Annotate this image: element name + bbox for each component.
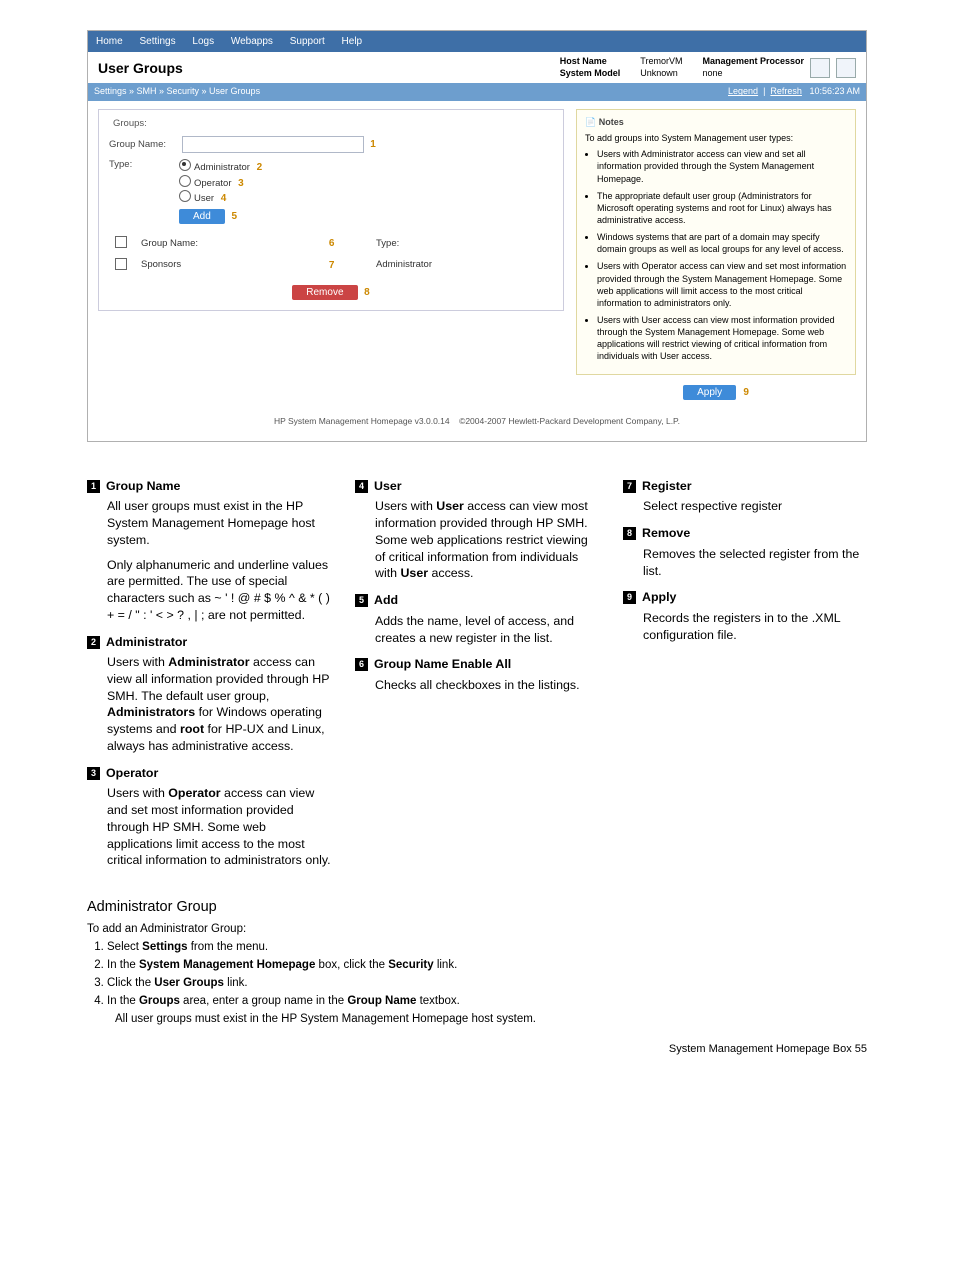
print-icon[interactable] [810,58,830,78]
admin-group-note: All user groups must exist in the HP Sys… [115,1013,867,1025]
admin-group-heading: Administrator Group [87,899,867,915]
menu-support[interactable]: Support [290,36,325,47]
menu-settings[interactable]: Settings [139,36,175,47]
notes-box: 📄 Notes To add groups into System Manage… [576,109,856,375]
radio-administrator[interactable] [179,159,191,171]
header-checkbox[interactable] [115,236,127,248]
table-row: Sponsors 7 Administrator [111,256,551,275]
groups-legend: Groups: [109,118,151,130]
radio-operator[interactable] [179,175,191,187]
header-meta: Host NameSystem Model TremorVMUnknown Ma… [560,56,804,79]
menu-help[interactable]: Help [342,36,363,47]
callout-1: 1 [370,139,376,150]
definitions: 1Group Name All user groups must exist i… [87,468,867,877]
legend-link[interactable]: Legend [728,86,758,96]
grid-icon[interactable] [836,58,856,78]
group-name-label: Group Name: [109,139,179,151]
menu-logs[interactable]: Logs [192,36,214,47]
groups-table: Group Name: 6 Type: Sponsors 7 Administr… [109,232,553,277]
refresh-link[interactable]: Refresh [770,86,802,96]
remove-button[interactable]: Remove [292,285,357,300]
clock: 10:56:23 AM [809,86,860,96]
col-group-name: Group Name: [137,234,319,253]
page-footer: System Management Homepage Box 55 [87,1043,867,1055]
row-checkbox[interactable] [115,258,127,270]
add-button[interactable]: Add [179,209,225,224]
group-name-input[interactable] [182,136,364,153]
admin-group-steps: Select Settings from the menu. In the Sy… [107,941,867,1007]
menubar: Home Settings Logs Webapps Support Help [88,31,866,52]
groups-fieldset: Groups: Group Name: 1 Type: Administrato… [98,109,564,311]
toolbar: Settings » SMH » Security » User Groups … [88,83,866,101]
app-screenshot: Home Settings Logs Webapps Support Help … [87,30,867,442]
app-footer: HP System Management Homepage v3.0.0.14 … [98,416,856,427]
admin-group-intro: To add an Administrator Group: [87,923,867,935]
menu-webapps[interactable]: Webapps [231,36,273,47]
page-title: User Groups [98,59,554,77]
col-type: Type: [372,234,551,253]
radio-user[interactable] [179,190,191,202]
menu-home[interactable]: Home [96,36,123,47]
apply-button[interactable]: Apply [683,385,736,400]
type-label: Type: [109,159,179,224]
breadcrumb[interactable]: Settings » SMH » Security » User Groups [94,86,260,96]
